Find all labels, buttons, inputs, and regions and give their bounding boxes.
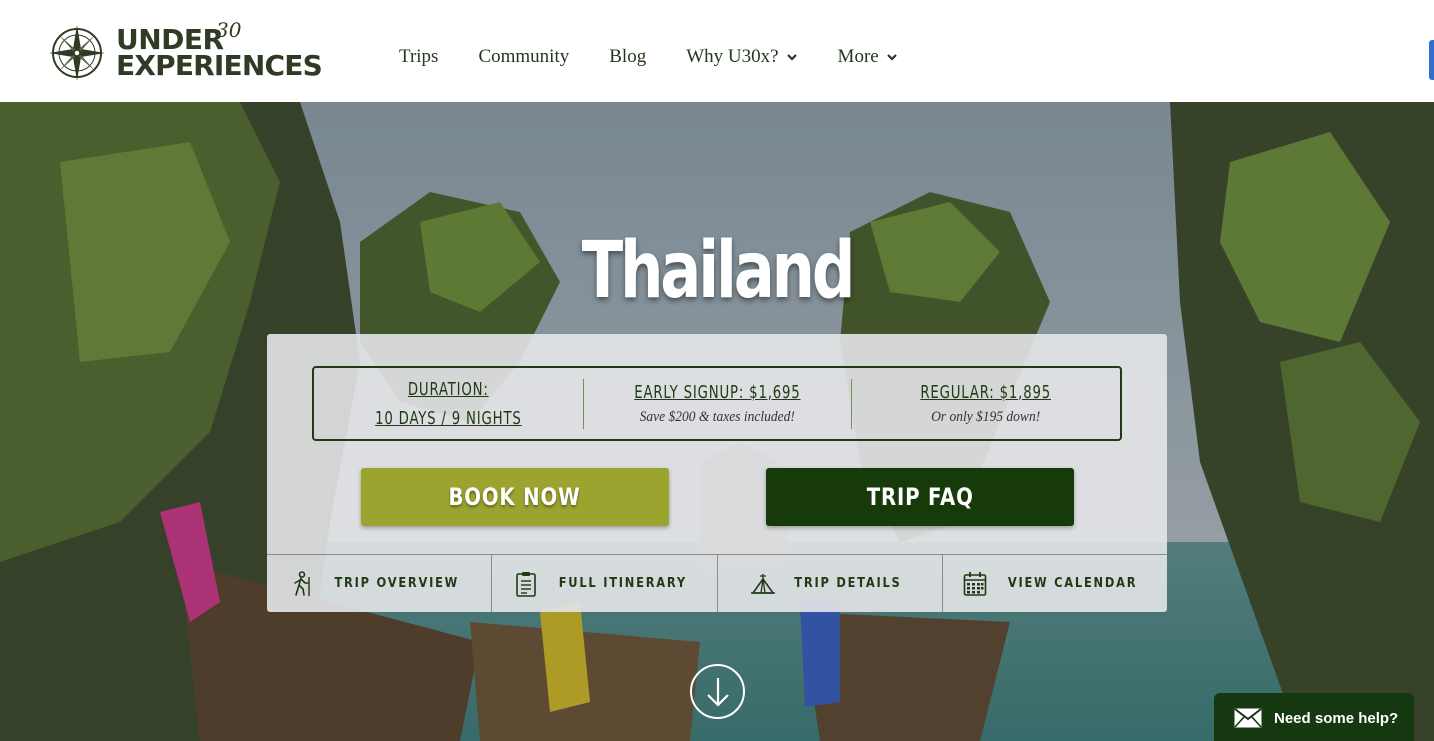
header-cta-edge[interactable] [1429, 40, 1434, 80]
duration-label: DURATION: [407, 378, 489, 400]
site-logo[interactable]: UNDER 30 EXPERIENCES [46, 20, 323, 84]
nav-trips-label: Trips [399, 46, 439, 67]
booking-panel: DURATION: 10 DAYS / 9 NIGHTS EARLY SIGNU… [267, 334, 1167, 612]
tab-full-itinerary[interactable]: FULL ITINERARY [491, 555, 716, 612]
regular-price-note: Or only $195 down! [931, 408, 1041, 425]
hiker-icon [294, 570, 311, 596]
scroll-down-button[interactable] [690, 664, 745, 719]
tab-trip-overview[interactable]: TRIP OVERVIEW [267, 555, 491, 612]
nav-more-label: More [837, 46, 879, 67]
nav-community-label: Community [478, 46, 570, 67]
book-now-label: BOOK NOW [448, 483, 582, 511]
tab-trip-overview-label: TRIP OVERVIEW [334, 576, 460, 591]
trip-faq-button[interactable]: TRIP FAQ [766, 468, 1074, 526]
help-chat-label: Need some help? [1274, 709, 1399, 727]
nav-why-u30x[interactable]: Why U30x? [686, 46, 797, 68]
site-header: UNDER 30 EXPERIENCES Trips Community Blo… [0, 0, 1434, 102]
main-nav: Trips Community Blog Why U30x? More [399, 46, 938, 68]
envelope-icon [1234, 708, 1262, 728]
nav-blog-label: Blog [609, 46, 647, 67]
early-signup-label: EARLY SIGNUP: $1,695 [633, 381, 801, 403]
nav-why-u30x-label: Why U30x? [686, 46, 779, 67]
duration-info[interactable]: DURATION: 10 DAYS / 9 NIGHTS [314, 368, 583, 439]
chevron-down-icon [786, 54, 797, 61]
tab-view-calendar[interactable]: VIEW CALENDAR [941, 555, 1167, 612]
nav-blog[interactable]: Blog [609, 46, 646, 68]
logo-wordmark: UNDER 30 EXPERIENCES [116, 20, 323, 82]
trip-tabs: TRIP OVERVIEW FULL ITINERARY TRIP DETAIL… [267, 554, 1167, 612]
hero-section: Thailand DURATION: 10 DAYS / 9 NIGHTS EA… [0, 102, 1434, 741]
early-signup-price[interactable]: EARLY SIGNUP: $1,695 Save $200 & taxes i… [582, 368, 852, 439]
tab-full-itinerary-label: FULL ITINERARY [558, 576, 687, 591]
calendar-icon [963, 571, 987, 596]
tab-view-calendar-label: VIEW CALENDAR [1008, 576, 1138, 591]
compass-icon [49, 25, 105, 81]
regular-price[interactable]: REGULAR: $1,895 Or only $195 down! [851, 368, 1120, 439]
tab-trip-details-label: TRIP DETAILS [794, 576, 902, 591]
book-now-button[interactable]: BOOK NOW [361, 468, 669, 526]
nav-community[interactable]: Community [478, 46, 569, 68]
price-info-box: DURATION: 10 DAYS / 9 NIGHTS EARLY SIGNU… [312, 366, 1122, 441]
chevron-down-icon [886, 54, 897, 61]
logo-line-2: EXPERIENCES [116, 49, 323, 82]
early-signup-note: Save $200 & taxes included! [639, 408, 795, 425]
help-chat-button[interactable]: Need some help? [1214, 693, 1414, 741]
page-title: Thailand [581, 226, 856, 316]
regular-price-label: REGULAR: $1,895 [920, 381, 1052, 403]
duration-value: 10 DAYS / 9 NIGHTS [375, 407, 522, 429]
nav-more[interactable]: More [838, 46, 898, 68]
tent-icon [750, 573, 775, 594]
nav-trips[interactable]: Trips [399, 46, 438, 68]
trip-faq-label: TRIP FAQ [866, 483, 974, 511]
tab-trip-details[interactable]: TRIP DETAILS [716, 555, 942, 612]
arrow-down-icon [706, 677, 729, 707]
logo-superscript: 30 [216, 18, 242, 42]
clipboard-icon [515, 571, 536, 597]
